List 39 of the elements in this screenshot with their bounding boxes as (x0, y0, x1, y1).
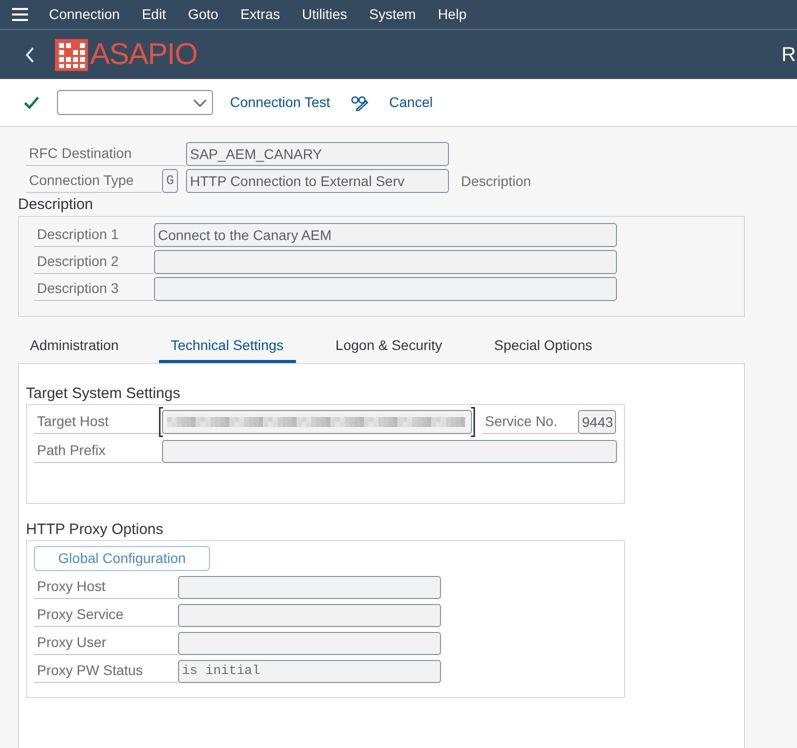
global-configuration-button[interactable]: Global Configuration (34, 546, 210, 571)
menu-item[interactable]: Edit (130, 4, 177, 25)
menu-item[interactable]: Utilities (291, 4, 358, 25)
proxy-field[interactable] (178, 576, 441, 598)
proxy-field[interactable] (178, 632, 441, 654)
menu-item[interactable]: System (358, 4, 427, 25)
window-title: R (782, 42, 796, 68)
cancel-link[interactable]: Cancel (389, 92, 433, 113)
group-title: Target System Settings (26, 384, 182, 404)
proxy-field[interactable]: is initial (178, 660, 441, 682)
description-label: Description (461, 172, 532, 191)
chevron-down-icon (193, 98, 207, 106)
tab[interactable]: Administration (18, 329, 131, 363)
tab[interactable]: Logon & Security (324, 329, 454, 363)
target-host-field[interactable] (162, 410, 472, 434)
tab[interactable]: Special Options (482, 329, 604, 363)
glasses-pencil-icon[interactable] (351, 94, 368, 110)
menu-item[interactable]: Help (426, 4, 478, 25)
description-field[interactable]: Connect to the Canary AEM (154, 223, 617, 247)
connection-test-link[interactable]: Connection Test (230, 92, 330, 113)
proxy-field[interactable] (178, 604, 441, 626)
back-chevron-icon[interactable] (25, 46, 35, 62)
connection-type-code-field[interactable]: G (162, 169, 178, 193)
description-field[interactable] (154, 277, 617, 301)
description-field[interactable] (154, 250, 617, 274)
menu-icon[interactable] (12, 8, 28, 21)
group-title: Description (18, 195, 94, 216)
command-field[interactable] (57, 90, 213, 115)
rfc-destination-field[interactable]: SAP_AEM_CANARY (186, 142, 449, 166)
menu-item[interactable]: Goto (176, 4, 230, 25)
logo-text: ASAPIO (90, 40, 198, 70)
connection-type-field[interactable]: HTTP Connection to External Serv (186, 169, 449, 193)
menu-item[interactable]: Connection (38, 4, 131, 25)
logo-icon (55, 38, 88, 70)
checkmark-icon[interactable] (24, 96, 39, 109)
service-number-field[interactable]: 9443 (578, 410, 616, 434)
path-prefix-field[interactable] (162, 440, 617, 462)
group-title: HTTP Proxy Options (26, 520, 164, 540)
menu-item[interactable]: Extras (229, 4, 291, 25)
